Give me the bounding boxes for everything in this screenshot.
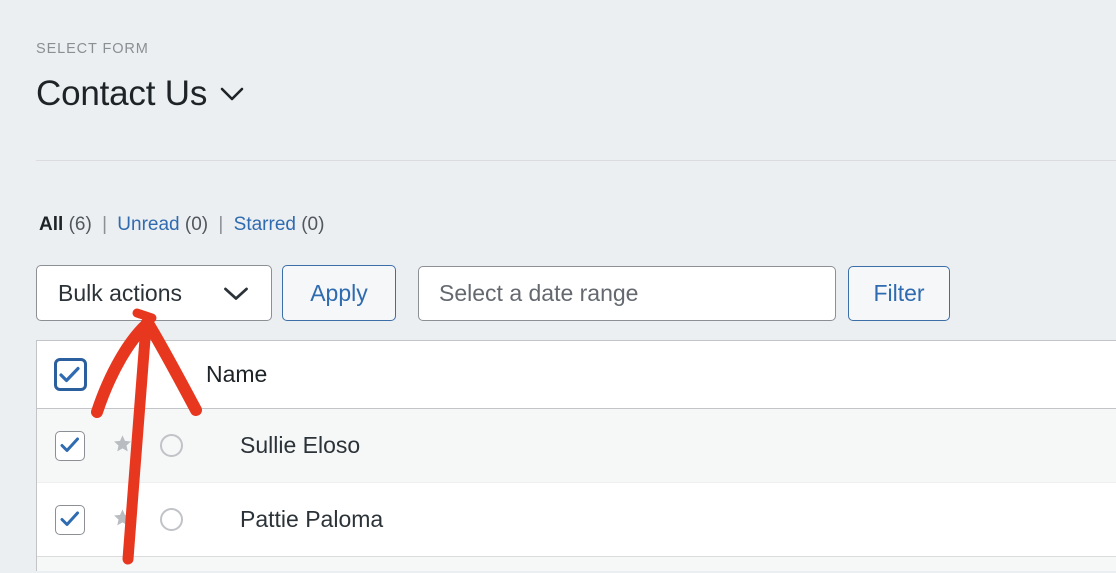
star-icon[interactable] (113, 434, 132, 458)
chevron-down-icon (220, 87, 244, 107)
check-icon (60, 511, 79, 526)
entries-table: Name Sullie Eloso Pattie Paloma (36, 340, 1116, 571)
row-select-cell (37, 504, 103, 535)
check-icon (60, 437, 79, 452)
star-icon[interactable] (113, 508, 132, 532)
entry-name[interactable]: Pattie Paloma (201, 506, 1116, 533)
filter-count-all: (6) (68, 214, 92, 235)
row-checkbox[interactable] (55, 430, 85, 461)
filter-link-unread[interactable]: Unread (117, 214, 179, 235)
form-switcher-button[interactable]: Contact Us (36, 74, 1116, 114)
bulk-actions-value: Bulk actions (58, 280, 183, 306)
filter-separator-1: | (102, 214, 108, 235)
unread-circle-icon[interactable] (159, 508, 183, 531)
column-header-name[interactable]: Name (103, 361, 1116, 388)
read-status-cell (141, 508, 201, 531)
filter-count-starred: (0) (301, 214, 325, 235)
select-all-checkbox[interactable] (53, 358, 87, 391)
filter-count-unread: (0) (184, 214, 209, 235)
unread-circle-icon[interactable] (159, 434, 183, 457)
star-cell (103, 508, 141, 532)
table-header-row: Name (37, 341, 1116, 409)
chevron-down-icon (223, 286, 249, 307)
table-row[interactable]: Sullie Eloso (37, 409, 1116, 483)
filter-button[interactable]: Filter (848, 266, 950, 321)
apply-button[interactable]: Apply (282, 265, 396, 321)
form-selector-section: SELECT FORM Contact Us (36, 40, 1116, 114)
filter-separator-2: | (218, 214, 224, 235)
select-all-cell (37, 358, 103, 391)
entry-name[interactable]: Sullie Eloso (201, 432, 1116, 459)
check-icon (59, 366, 80, 382)
star-cell (103, 434, 141, 458)
filter-link-starred[interactable]: Starred (234, 214, 296, 235)
page-title: Contact Us (36, 74, 208, 113)
table-row-partial (37, 557, 1116, 571)
row-select-cell (37, 430, 103, 461)
bulk-actions-select[interactable]: Bulk actions (36, 265, 272, 321)
status-filter-links: All (6) | Unread (0) | Starred (0) (39, 212, 324, 238)
date-range-input[interactable] (418, 266, 836, 321)
select-form-label: SELECT FORM (36, 41, 149, 57)
table-row[interactable]: Pattie Paloma (37, 483, 1116, 557)
filter-link-all[interactable]: All (39, 214, 63, 235)
row-checkbox[interactable] (55, 504, 85, 535)
section-divider (36, 160, 1116, 161)
read-status-cell (141, 434, 201, 457)
